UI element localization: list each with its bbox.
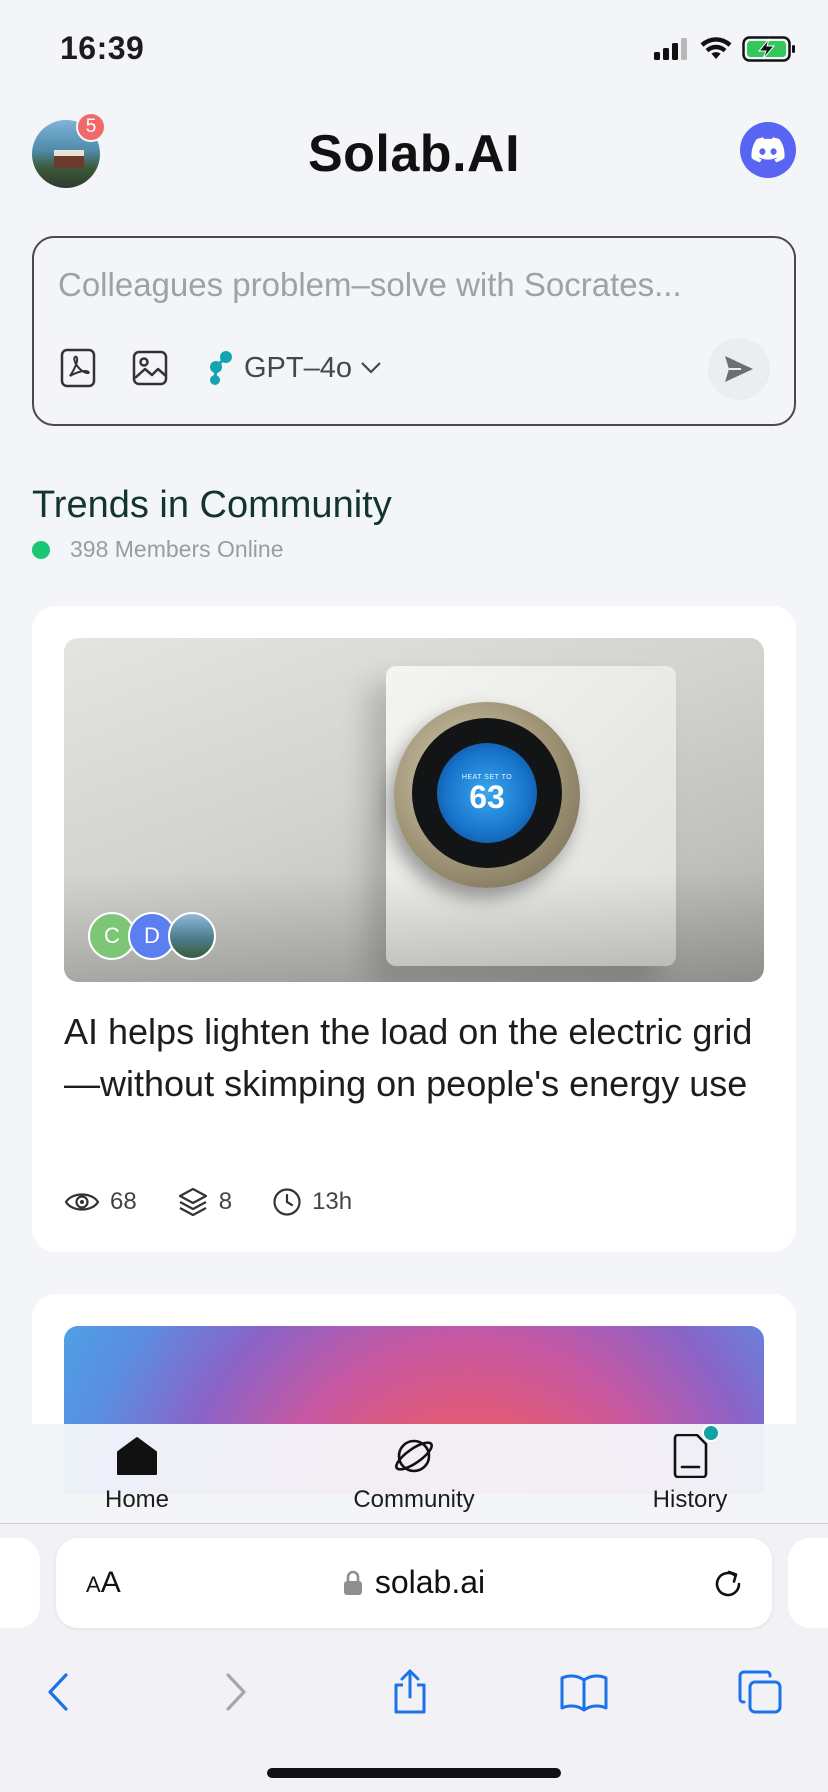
app-title: Solab.AI	[307, 125, 521, 183]
post-headline[interactable]: AI helps lighten the load on the electri…	[64, 1006, 774, 1110]
tab-community-label: Community	[353, 1486, 475, 1513]
adjacent-tab-right[interactable]	[788, 1538, 828, 1628]
planet-icon	[395, 1439, 433, 1473]
forward-button[interactable]	[208, 1664, 264, 1720]
send-button[interactable]	[708, 338, 770, 400]
post-card[interactable]: HEAT SET TO 63 C D AI helps lighten the …	[32, 606, 796, 1252]
status-bar: 16:39	[0, 0, 828, 100]
chevron-left-icon	[48, 1673, 68, 1711]
app-header: 5 Solab.AI	[0, 110, 828, 210]
discord-button[interactable]	[740, 122, 796, 178]
tab-history[interactable]: History	[600, 1424, 780, 1514]
online-status: 398 Members Online	[32, 536, 284, 563]
tabs-icon	[738, 1670, 782, 1714]
tab-community[interactable]: Community	[324, 1432, 504, 1514]
tab-home[interactable]: Home	[47, 1432, 227, 1514]
online-count-text: 398 Members Online	[70, 536, 284, 562]
tabs-button[interactable]	[732, 1664, 788, 1720]
home-icon	[117, 1437, 157, 1475]
image-icon	[132, 350, 168, 386]
chevron-down-icon	[361, 362, 381, 374]
chevron-right-icon	[226, 1673, 246, 1711]
share-button[interactable]	[382, 1664, 438, 1720]
model-logo-icon	[210, 351, 232, 385]
history-notification-dot	[702, 1424, 720, 1442]
browser-chrome: AA solab.ai	[0, 1524, 828, 1792]
participant-avatar-photo	[168, 912, 216, 960]
planet-icon-wrap	[390, 1432, 438, 1480]
clock-icon	[273, 1188, 301, 1216]
pdf-upload-button[interactable]	[58, 348, 98, 388]
status-time: 16:39	[60, 30, 145, 66]
prompt-box[interactable]: Colleagues problem–solve with Socrates..…	[32, 236, 796, 426]
back-button[interactable]	[30, 1664, 86, 1720]
layers-stat: 8	[177, 1186, 232, 1218]
share-icon	[394, 1669, 426, 1714]
bookmarks-button[interactable]	[556, 1664, 612, 1720]
adjacent-tab-left[interactable]	[0, 1538, 40, 1628]
document-icon	[673, 1434, 708, 1478]
home-indicator	[267, 1768, 561, 1778]
section-title: Trends in Community	[32, 484, 392, 526]
battery-charging-icon	[742, 36, 795, 62]
discord-icon	[751, 137, 785, 163]
address-domain[interactable]: solab.ai	[56, 1564, 772, 1601]
status-icons	[654, 36, 796, 62]
tab-history-label: History	[652, 1486, 728, 1513]
book-icon	[560, 1674, 608, 1712]
thermostat-value: 63	[469, 778, 505, 815]
history-icon-wrap	[666, 1424, 720, 1480]
address-bar[interactable]: AA solab.ai	[56, 1538, 772, 1628]
domain-text: solab.ai	[374, 1564, 486, 1600]
participant-avatars: C D	[88, 912, 216, 960]
image-upload-button[interactable]	[130, 348, 170, 388]
views-count: 68	[110, 1188, 137, 1215]
layers-count: 8	[218, 1188, 233, 1215]
eye-icon	[64, 1193, 100, 1211]
post-stats: 68 8 13h	[64, 1186, 352, 1218]
online-indicator-dot	[32, 540, 50, 559]
thermostat-label: HEAT SET TO	[461, 773, 513, 781]
layers-icon	[178, 1187, 207, 1217]
send-icon	[725, 356, 753, 382]
lock-icon	[343, 1570, 362, 1595]
model-selector[interactable]: GPT–4o	[206, 348, 382, 388]
thermostat-display: HEAT SET TO 63	[437, 743, 537, 843]
views-stat: 68	[64, 1188, 137, 1216]
reload-icon[interactable]	[708, 1564, 748, 1604]
time-stat: 13h	[272, 1187, 352, 1217]
cellular-signal-icon	[654, 38, 687, 60]
model-name: GPT–4o	[244, 351, 352, 384]
prompt-input[interactable]: Colleagues problem–solve with Socrates..…	[58, 266, 682, 304]
tab-home-label: Home	[104, 1486, 170, 1513]
wifi-icon	[700, 37, 732, 59]
pdf-icon	[60, 348, 96, 388]
home-icon-wrap	[113, 1432, 161, 1480]
bottom-tab-bar: Home Community History	[0, 1424, 828, 1524]
post-age: 13h	[312, 1188, 353, 1215]
browser-toolbar	[0, 1654, 828, 1734]
post-image[interactable]: HEAT SET TO 63 C D	[64, 638, 764, 982]
